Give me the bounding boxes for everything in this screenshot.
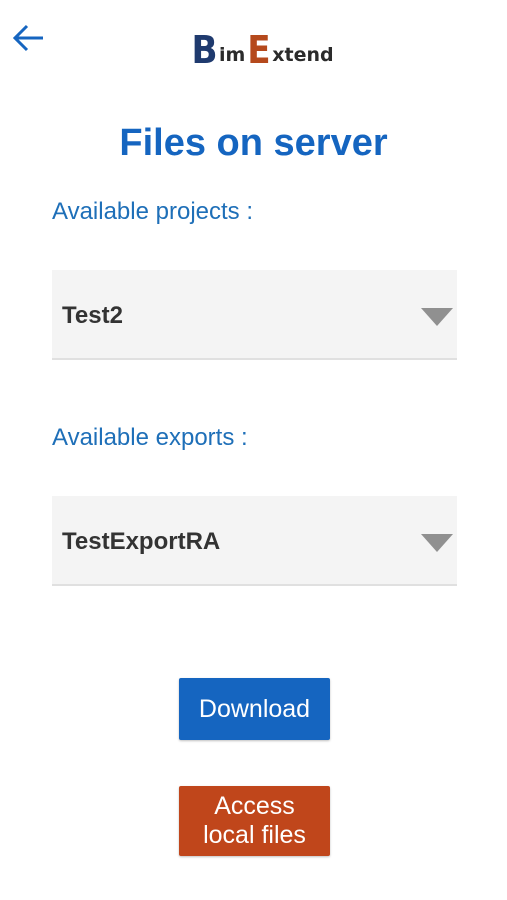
projects-select[interactable]: Test2	[52, 270, 457, 360]
back-button[interactable]	[6, 18, 50, 58]
access-local-files-button[interactable]: Access local files	[179, 786, 330, 856]
exports-selected-value: TestExportRA	[62, 528, 221, 555]
exports-select[interactable]: TestExportRA	[52, 496, 457, 586]
dropdown-caret-icon	[421, 308, 453, 326]
logo-text-xtend: xtend	[272, 44, 334, 66]
app-logo: B im E xtend	[190, 24, 334, 72]
projects-label: Available projects :	[52, 198, 253, 225]
dropdown-caret-icon	[421, 534, 453, 552]
page-title: Files on server	[119, 122, 388, 164]
download-button[interactable]: Download	[179, 678, 330, 740]
exports-label: Available exports :	[52, 424, 248, 451]
projects-selected-value: Test2	[62, 302, 123, 329]
logo-text-im: im	[218, 44, 246, 66]
arrow-left-icon	[12, 24, 43, 52]
logo-letter-e: E	[247, 28, 271, 72]
logo-letter-b: B	[191, 28, 218, 72]
